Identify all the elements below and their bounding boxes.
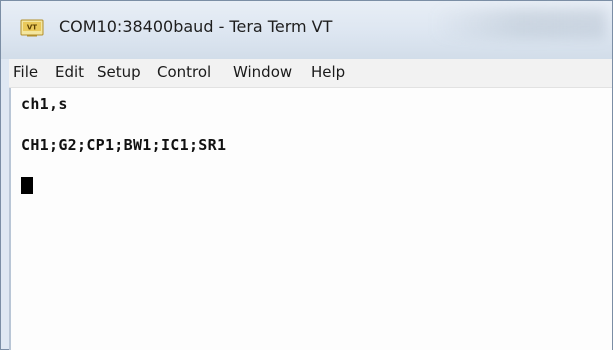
menu-setup[interactable]: Setup	[97, 63, 141, 81]
window-title: COM10:38400baud - Tera Term VT	[59, 17, 333, 36]
menu-file[interactable]: File	[13, 63, 38, 81]
menu-help[interactable]: Help	[311, 63, 345, 81]
terminal-line-command: ch1,s	[21, 95, 68, 113]
window-controls-blurred	[431, 9, 606, 39]
menu-bar: File Edit Setup Control Window Help	[9, 59, 612, 88]
tera-term-vt-icon[interactable]: VT	[20, 17, 44, 37]
terminal-area[interactable]: ch1,s CH1;G2;CP1;BW1;IC1;SR1	[9, 88, 612, 350]
menu-control[interactable]: Control	[157, 63, 211, 81]
menu-window[interactable]: Window	[233, 63, 292, 81]
title-bar[interactable]: VT COM10:38400baud - Tera Term VT	[1, 1, 612, 59]
svg-text:VT: VT	[27, 24, 37, 32]
terminal-cursor	[21, 177, 33, 194]
terminal-line-response: CH1;G2;CP1;BW1;IC1;SR1	[21, 136, 227, 154]
menu-edit[interactable]: Edit	[55, 63, 84, 81]
tera-term-window: VT COM10:38400baud - Tera Term VT File E…	[0, 0, 613, 350]
